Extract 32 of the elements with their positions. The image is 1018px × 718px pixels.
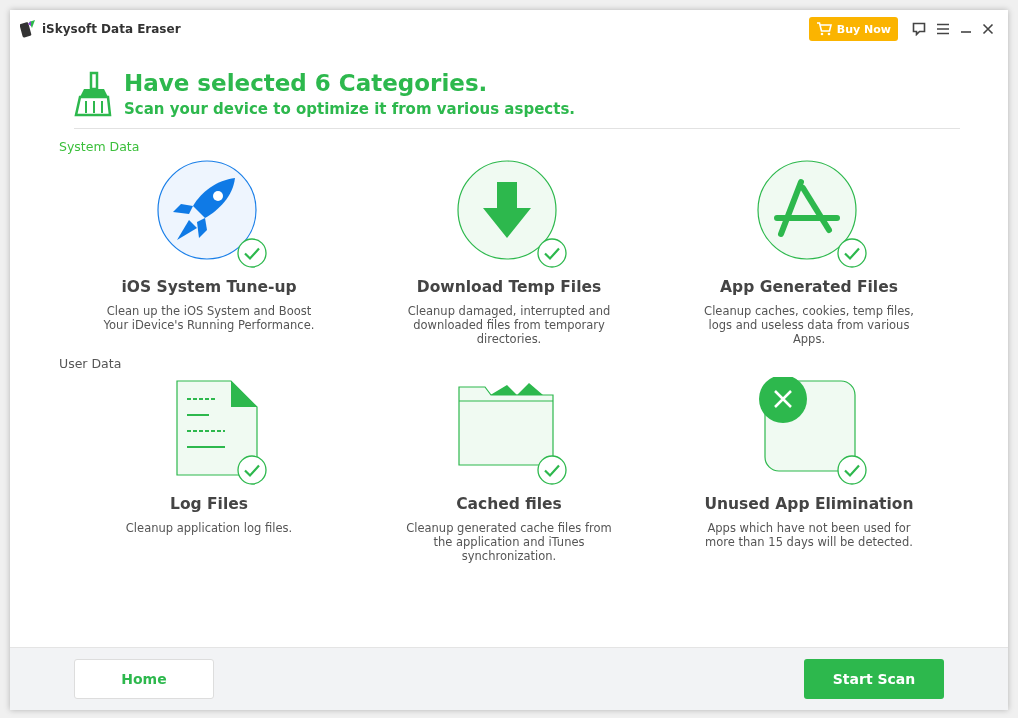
category-description: Apps which have not been used for more than 15 days will be detected.	[704, 521, 914, 549]
headline: Have selected 6 Categories.	[124, 70, 489, 96]
category-title: Cached files	[456, 495, 562, 513]
category-description: Cleanup generated cache files from the application and iTunes synchronization.	[405, 521, 613, 563]
category-title: App Generated Files	[720, 278, 898, 296]
checkmark-icon[interactable]	[537, 238, 567, 268]
category-description: Cleanup caches, cookies, temp files, logs and useless data from various Apps.	[703, 304, 915, 346]
category-title: Unused App Elimination	[704, 495, 914, 513]
cart-icon	[815, 22, 832, 36]
menu-icon[interactable]	[936, 23, 950, 35]
start-scan-button[interactable]: Start Scan	[804, 659, 944, 699]
category-description: Cleanup damaged, interrupted and downloaded files from temporary directories.	[406, 304, 612, 346]
section-label: System Data	[59, 139, 141, 154]
category-title: Download Temp Files	[416, 278, 602, 296]
category-description: Cleanup application log files.	[124, 521, 294, 535]
buy-now-button[interactable]: Buy Now	[808, 17, 898, 41]
app-logo-icon	[20, 20, 36, 38]
subheadline: Scan your device to optimize it from various aspects.	[124, 100, 575, 118]
section-label: User Data	[59, 356, 123, 371]
broom-icon	[74, 71, 114, 117]
checkmark-icon[interactable]	[537, 455, 567, 485]
checkmark-icon[interactable]	[237, 238, 267, 268]
window-title: iSkysoft Data Eraser	[42, 22, 181, 36]
home-button[interactable]: Home	[74, 659, 214, 699]
checkmark-icon[interactable]	[237, 455, 267, 485]
category-title: iOS System Tune-up	[121, 278, 297, 296]
category-title: Log Files	[170, 495, 248, 513]
checkmark-icon[interactable]	[837, 455, 867, 485]
close-icon[interactable]	[982, 23, 994, 35]
checkmark-icon[interactable]	[837, 238, 867, 268]
category-description: Clean up the iOS System and Boost Your iDevice's Running Performance.	[102, 304, 316, 332]
feedback-icon[interactable]	[912, 22, 926, 36]
